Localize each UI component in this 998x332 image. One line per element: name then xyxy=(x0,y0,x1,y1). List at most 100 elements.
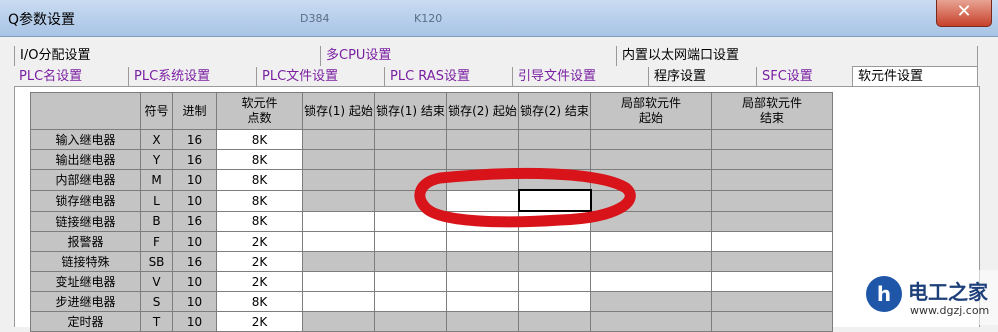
latch-range-cell[interactable] xyxy=(590,129,712,150)
latch-range-cell[interactable] xyxy=(711,271,833,292)
latch-range-cell[interactable] xyxy=(518,271,591,292)
latch-range-cell[interactable] xyxy=(518,169,591,191)
device-attr-cell: M xyxy=(140,169,173,191)
latch-range-cell[interactable] xyxy=(374,271,447,292)
latch-range-cell[interactable] xyxy=(302,189,375,212)
title-bar: Q参数设置 D384 K120 ✕ xyxy=(0,0,998,37)
latch-range-cell[interactable] xyxy=(302,149,375,170)
tab-boot-file[interactable]: 引导文件设置 xyxy=(512,67,648,87)
latch-range-cell[interactable] xyxy=(446,311,519,332)
latch-range-cell[interactable] xyxy=(302,271,375,292)
latch-range-cell[interactable] xyxy=(590,189,712,212)
latch-range-cell[interactable] xyxy=(374,291,447,312)
tab-multi-cpu[interactable]: 多CPU设置 xyxy=(320,46,616,66)
device-attr-cell: S xyxy=(140,291,173,312)
latch-range-cell[interactable] xyxy=(374,149,447,170)
latch-range-cell[interactable] xyxy=(517,189,592,212)
watermark-url: www.dgzj.com xyxy=(910,304,990,317)
latch-range-cell[interactable] xyxy=(590,291,712,312)
latch-range-cell[interactable] xyxy=(374,189,447,212)
device-points-cell[interactable]: 8K xyxy=(216,210,303,232)
device-table: 符号 进制 软元件 点数 锁存(1) 起始 锁存(1) 结束 锁存(2) 起始 锁存(2) … xyxy=(30,92,833,332)
latch-range-cell[interactable] xyxy=(711,189,833,212)
latch-range-cell[interactable] xyxy=(711,231,833,252)
latch-range-cell[interactable] xyxy=(302,311,375,332)
table-header-row: 符号 进制 软元件 点数 锁存(1) 起始 锁存(1) 结束 锁存(2) 起始 锁存(2) … xyxy=(30,92,833,130)
latch-range-cell[interactable] xyxy=(302,210,375,232)
device-points-cell[interactable]: 8K xyxy=(216,291,303,312)
latch-range-cell[interactable] xyxy=(374,210,447,232)
latch-range-cell[interactable] xyxy=(302,129,375,150)
latch-range-cell[interactable] xyxy=(518,129,591,150)
table-row: 定时器 T 10 2K xyxy=(30,311,833,332)
tab-plc-ras[interactable]: PLC RAS设置 xyxy=(384,67,512,87)
latch-range-cell[interactable] xyxy=(590,271,712,292)
latch-range-cell[interactable] xyxy=(711,129,833,150)
latch-range-cell[interactable] xyxy=(711,169,833,191)
tab-plc-system[interactable]: PLC系统设置 xyxy=(128,67,256,87)
device-attr-cell: 10 xyxy=(172,189,217,212)
latch-range-cell[interactable] xyxy=(374,129,447,150)
latch-range-cell[interactable] xyxy=(302,291,375,312)
tab-program[interactable]: 程序设置 xyxy=(648,67,756,87)
tab-io-assignment[interactable]: I/O分配设置 xyxy=(14,46,320,66)
latch-range-cell[interactable] xyxy=(711,149,833,170)
latch-range-cell[interactable] xyxy=(590,169,712,191)
latch-range-cell[interactable] xyxy=(302,251,375,272)
latch-range-cell[interactable] xyxy=(374,311,447,332)
device-points-cell[interactable]: 2K xyxy=(216,251,303,272)
latch-range-cell[interactable] xyxy=(518,291,591,312)
device-name-cell: 变址继电器 xyxy=(30,271,141,292)
latch-range-cell[interactable] xyxy=(446,271,519,292)
latch-range-cell[interactable] xyxy=(518,231,591,252)
device-points-cell[interactable]: 2K xyxy=(216,311,303,332)
tab-plc-file[interactable]: PLC文件设置 xyxy=(256,67,384,87)
device-name-cell: 输入继电器 xyxy=(30,129,141,150)
latch-range-cell[interactable] xyxy=(446,169,519,191)
device-points-cell[interactable]: 2K xyxy=(216,231,303,252)
close-button[interactable]: ✕ xyxy=(936,0,992,27)
latch-range-cell[interactable] xyxy=(446,189,519,212)
latch-range-cell[interactable] xyxy=(518,311,591,332)
device-points-cell[interactable]: 8K xyxy=(216,169,303,191)
table-row: 步进继电器 S 10 8K xyxy=(30,291,833,312)
tab-plc-name[interactable]: PLC名设置 xyxy=(14,67,128,87)
latch-range-cell[interactable] xyxy=(374,251,447,272)
latch-range-cell[interactable] xyxy=(518,251,591,272)
latch-range-cell[interactable] xyxy=(446,129,519,150)
latch-range-cell[interactable] xyxy=(711,311,833,332)
device-attr-cell: 16 xyxy=(172,149,217,170)
latch-range-cell[interactable] xyxy=(446,149,519,170)
latch-range-cell[interactable] xyxy=(590,149,712,170)
latch-range-cell[interactable] xyxy=(446,251,519,272)
tab-ethernet-port[interactable]: 内置以太网端口设置 xyxy=(616,46,978,66)
latch-range-cell[interactable] xyxy=(711,291,833,312)
device-name-cell: 步进继电器 xyxy=(30,291,141,312)
device-points-cell[interactable]: 8K xyxy=(216,129,303,150)
latch-range-cell[interactable] xyxy=(446,231,519,252)
latch-range-cell[interactable] xyxy=(590,231,712,252)
device-name-cell: 链接继电器 xyxy=(30,210,141,232)
latch-range-cell[interactable] xyxy=(302,231,375,252)
device-points-cell[interactable]: 2K xyxy=(216,271,303,292)
latch-range-cell[interactable] xyxy=(446,210,519,232)
device-points-cell[interactable]: 8K xyxy=(216,189,303,212)
column-header: 局部软元件 结束 xyxy=(711,92,833,130)
tab-sfc[interactable]: SFC设置 xyxy=(756,67,852,87)
device-points-cell[interactable]: 8K xyxy=(216,149,303,170)
latch-range-cell[interactable] xyxy=(711,210,833,232)
latch-range-cell[interactable] xyxy=(590,251,712,272)
latch-range-cell[interactable] xyxy=(518,149,591,170)
latch-range-cell[interactable] xyxy=(590,311,712,332)
tab-device[interactable]: 软元件设置 xyxy=(852,66,978,88)
latch-range-cell[interactable] xyxy=(711,251,833,272)
device-attr-cell: 16 xyxy=(172,251,217,272)
latch-range-cell[interactable] xyxy=(374,231,447,252)
table-row: 输出继电器 Y 16 8K xyxy=(30,149,833,170)
latch-range-cell[interactable] xyxy=(590,210,712,232)
column-header: 进制 xyxy=(172,92,217,130)
latch-range-cell[interactable] xyxy=(518,210,591,232)
latch-range-cell[interactable] xyxy=(446,291,519,312)
latch-range-cell[interactable] xyxy=(302,169,375,191)
latch-range-cell[interactable] xyxy=(374,169,447,191)
